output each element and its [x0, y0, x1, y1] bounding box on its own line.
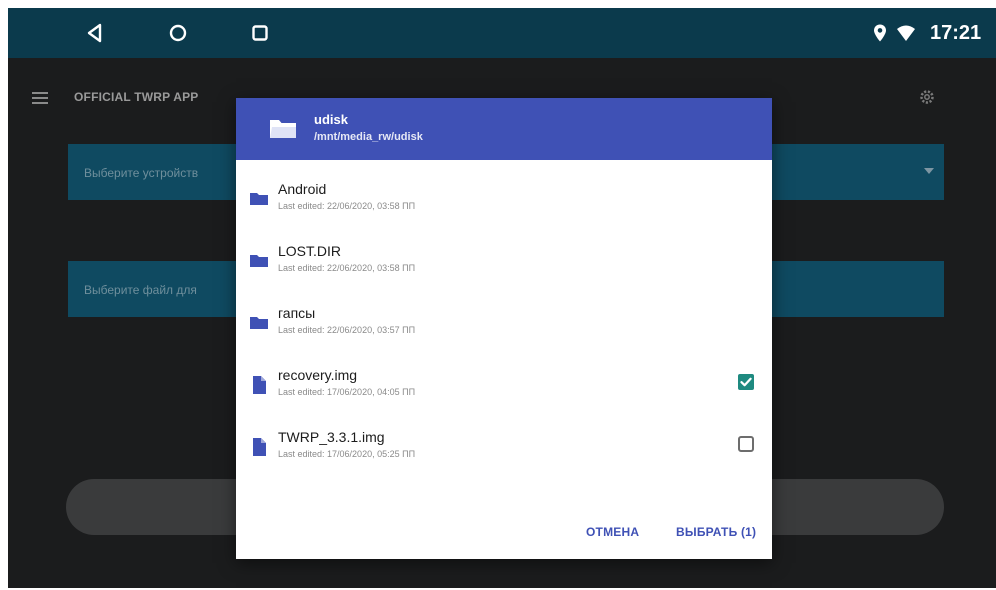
checkbox-unchecked[interactable] — [737, 435, 755, 453]
folder-icon — [249, 313, 269, 333]
file-edited: Last edited: 17/06/2020, 04:05 ПП — [278, 387, 416, 397]
folder-open-icon — [269, 117, 297, 141]
file-picker-dialog: udisk /mnt/media_rw/udisk Android Last e… — [236, 98, 772, 559]
dialog-header: udisk /mnt/media_rw/udisk — [236, 98, 772, 160]
file-icon — [249, 437, 269, 457]
file-edited: Last edited: 17/06/2020, 05:25 ПП — [278, 449, 416, 459]
file-row-recovery-img[interactable]: recovery.img Last edited: 17/06/2020, 04… — [236, 356, 772, 418]
file-edited: Last edited: 22/06/2020, 03:58 ПП — [278, 263, 416, 273]
file-name: recovery.img — [278, 367, 358, 383]
dropdown-arrow-icon — [922, 166, 936, 176]
clock: 17:21 — [930, 22, 982, 44]
file-select-placeholder: Выберите файл для — [84, 283, 197, 297]
dialog-folder-name: udisk — [314, 112, 348, 127]
file-icon — [249, 375, 269, 395]
file-edited: Last edited: 22/06/2020, 03:57 ПП — [278, 325, 416, 335]
file-name: TWRP_3.3.1.img — [278, 429, 385, 445]
select-button[interactable]: ВЫБРАТЬ (1) — [676, 525, 756, 539]
wifi-icon — [896, 23, 916, 43]
home-icon[interactable] — [166, 21, 190, 45]
file-row-twrp-img[interactable]: TWRP_3.3.1.img Last edited: 17/06/2020, … — [236, 418, 772, 480]
folder-icon — [249, 189, 269, 209]
file-name: LOST.DIR — [278, 243, 342, 259]
dialog-folder-path: /mnt/media_rw/udisk — [314, 131, 423, 143]
recent-apps-icon[interactable] — [248, 21, 272, 45]
device-screen: 17:21 OFFICIAL TWRP APP Выберите устройс… — [8, 8, 996, 588]
menu-icon[interactable] — [30, 88, 50, 108]
folder-icon — [249, 251, 269, 271]
file-row-gapps[interactable]: гапсы Last edited: 22/06/2020, 03:57 ПП — [236, 294, 772, 356]
back-icon[interactable] — [83, 21, 107, 45]
file-name: гапсы — [278, 305, 316, 321]
location-icon — [870, 23, 890, 43]
system-bar: 17:21 — [8, 8, 996, 58]
file-row-android[interactable]: Android Last edited: 22/06/2020, 03:58 П… — [236, 170, 772, 232]
device-select-placeholder: Выберите устройств — [84, 166, 199, 180]
app-title: OFFICIAL TWRP APP — [74, 90, 199, 104]
checkbox-checked[interactable] — [737, 373, 755, 391]
file-row-lost-dir[interactable]: LOST.DIR Last edited: 22/06/2020, 03:58 … — [236, 232, 772, 294]
gear-icon[interactable] — [918, 88, 936, 106]
file-name: Android — [278, 181, 327, 197]
cancel-button[interactable]: ОТМЕНА — [586, 525, 639, 539]
file-edited: Last edited: 22/06/2020, 03:58 ПП — [278, 201, 416, 211]
